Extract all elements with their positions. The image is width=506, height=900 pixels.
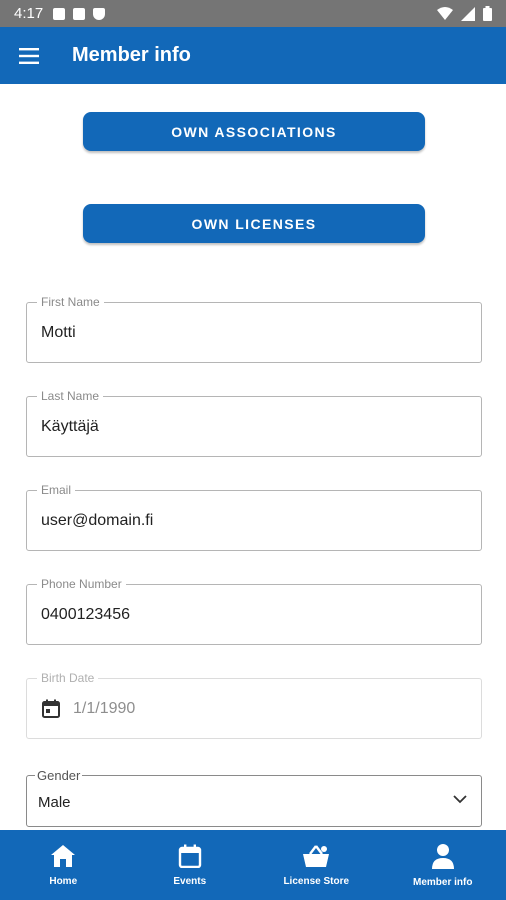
gender-select[interactable]: Gender Male (26, 768, 482, 827)
own-licenses-button[interactable]: OWN LICENSES (83, 204, 425, 243)
gender-label: Gender (35, 768, 83, 783)
person-icon (431, 843, 454, 869)
birth-date-field[interactable]: Birth Date 1/1/1990 (26, 671, 482, 739)
signal-icon (461, 6, 475, 21)
last-name-value: Käyttäjä (41, 418, 99, 435)
bottom-nav: Home Events License Store Member info (0, 830, 506, 900)
own-associations-button[interactable]: OWN ASSOCIATIONS (83, 112, 425, 151)
email-label: Email (37, 483, 76, 497)
first-name-label: First Name (37, 295, 104, 309)
phone-number-value: 0400123456 (41, 606, 130, 623)
birth-date-value: 1/1/1990 (73, 700, 136, 717)
nav-member-info-label: Member info (413, 876, 473, 888)
battery-icon (483, 6, 492, 21)
menu-icon[interactable] (0, 27, 58, 84)
phone-number-field[interactable]: Phone Number 0400123456 (26, 577, 482, 645)
home-icon (51, 844, 76, 867)
gender-value: Male (38, 794, 71, 811)
image-notification-icon (53, 7, 66, 20)
chevron-down-icon (453, 795, 467, 804)
app-bar: Member info (0, 27, 506, 84)
last-name-label: Last Name (37, 389, 104, 403)
email-field[interactable]: Email user@domain.fi (26, 483, 482, 551)
wifi-icon (437, 6, 453, 20)
app-notification-icon (73, 7, 86, 20)
phone-number-label: Phone Number (37, 577, 126, 591)
birth-date-label: Birth Date (37, 671, 99, 685)
status-time: 4:17 (14, 5, 44, 22)
nav-license-store-label: License Store (283, 875, 350, 887)
nav-home-label: Home (49, 875, 78, 887)
nav-license-store[interactable]: License Store (253, 830, 380, 900)
nav-home[interactable]: Home (0, 830, 127, 900)
calendar-icon[interactable] (41, 699, 61, 719)
nav-events-label: Events (173, 875, 207, 887)
email-value: user@domain.fi (41, 512, 154, 529)
basket-icon (303, 844, 330, 867)
first-name-value: Motti (41, 324, 76, 341)
nav-events[interactable]: Events (127, 830, 254, 900)
status-bar: 4:17 (0, 0, 506, 27)
shield-notification-icon (93, 7, 106, 20)
last-name-field[interactable]: Last Name Käyttäjä (26, 389, 482, 457)
calendar-icon (178, 844, 201, 868)
first-name-field[interactable]: First Name Motti (26, 295, 482, 363)
nav-member-info[interactable]: Member info (380, 830, 506, 900)
page-title: Member info (72, 44, 191, 66)
